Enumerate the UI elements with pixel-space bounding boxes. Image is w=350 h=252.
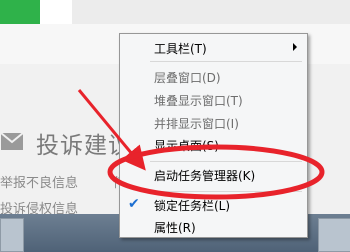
menu-item-show-desktop[interactable]: 显示桌面(S) <box>120 134 307 156</box>
taskbar-tray-button[interactable] <box>318 218 350 252</box>
report-bad-info-link[interactable]: 举报不良信息 <box>0 172 78 191</box>
menu-separator <box>150 191 302 192</box>
menu-item-cascade-windows[interactable]: 层叠窗口(D) <box>120 66 307 88</box>
menu-item-lock-taskbar[interactable]: ✔ 锁定任务栏(L) <box>120 194 307 216</box>
taskbar-start-button[interactable] <box>0 218 24 252</box>
header-gap <box>40 0 72 24</box>
menu-separator <box>150 161 302 162</box>
menu-item-start-task-manager[interactable]: 启动任务管理器(K) <box>120 164 307 186</box>
header-bar <box>72 0 350 24</box>
menu-item-toolbars[interactable]: 工具栏(T) <box>120 37 307 59</box>
envelope-icon <box>0 132 24 150</box>
menu-item-side-by-side-windows[interactable]: 并排显示窗口(I) <box>120 112 307 134</box>
header-green-strip <box>0 0 40 24</box>
menu-item-stack-windows[interactable]: 堆叠显示窗口(T) <box>120 89 307 111</box>
checkmark-icon: ✔ <box>128 196 140 212</box>
submenu-arrow-icon <box>293 43 297 51</box>
menu-item-properties[interactable]: 属性(R) <box>120 216 307 238</box>
taskbar-context-menu: 工具栏(T) 层叠窗口(D) 堆叠显示窗口(T) 并排显示窗口(I) 显示桌面(… <box>119 33 308 238</box>
complaint-section-title: 投诉建议 <box>36 133 132 159</box>
menu-separator <box>150 61 302 62</box>
